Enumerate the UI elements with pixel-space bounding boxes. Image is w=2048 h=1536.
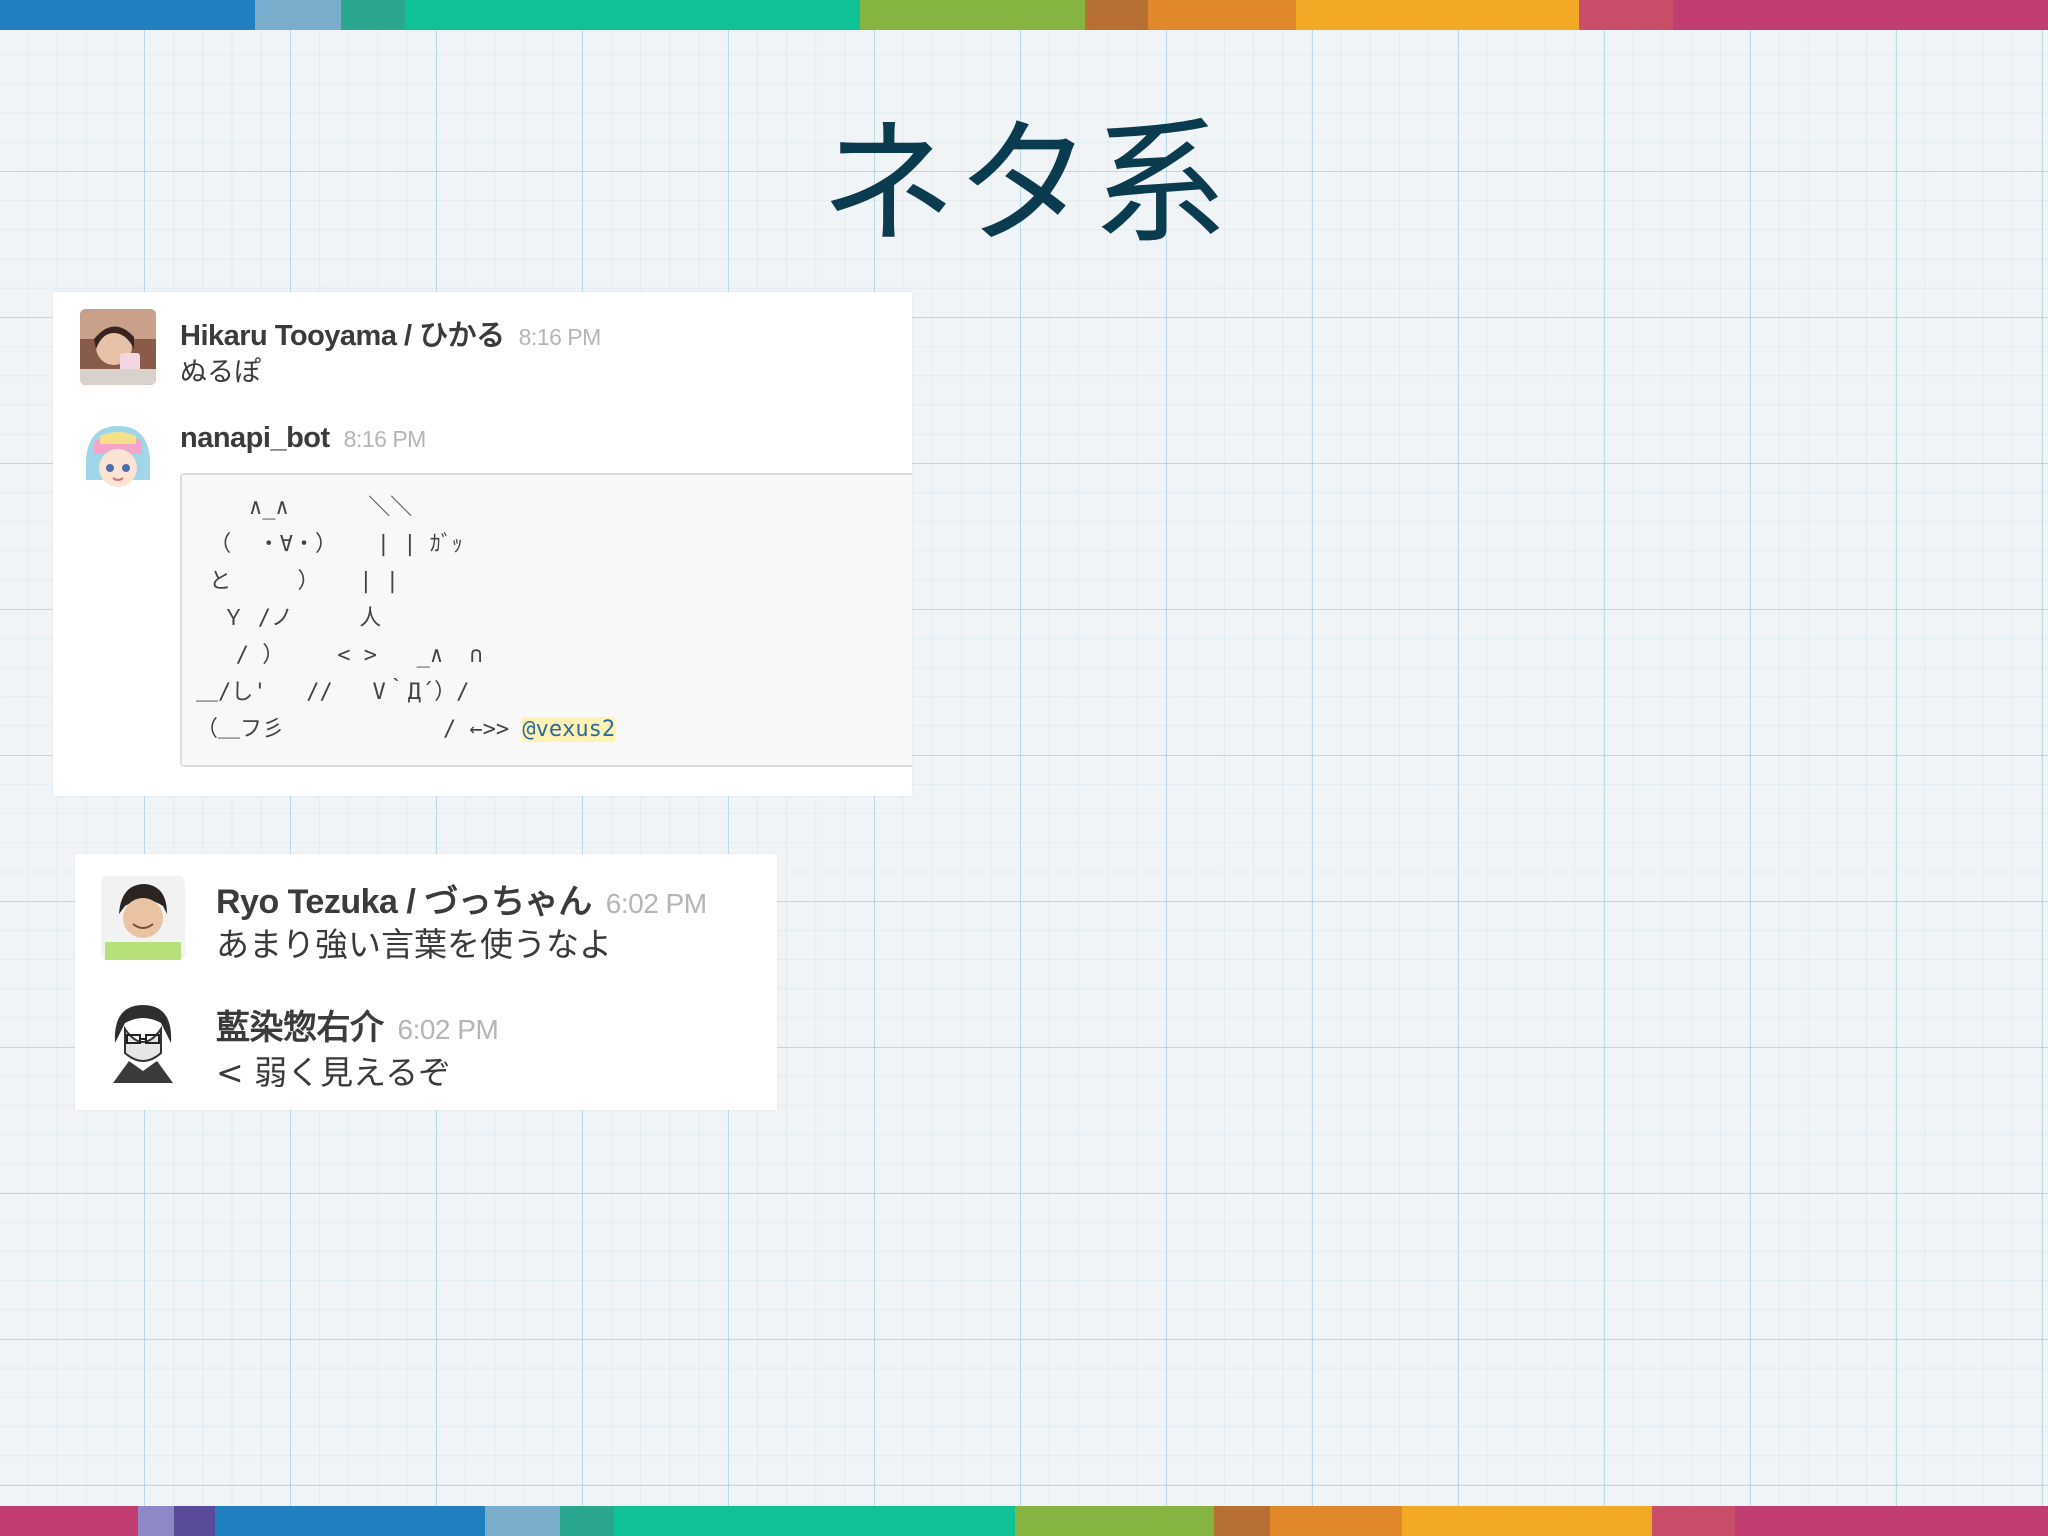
avatar-ryo-tezuka[interactable] <box>101 876 185 960</box>
message-time: 8:16 PM <box>343 426 427 452</box>
message-author[interactable]: Hikaru Tooyama / ひかる 8:16 PM <box>180 312 601 354</box>
author-name[interactable]: Hikaru Tooyama / ひかる <box>180 320 505 352</box>
author-name[interactable]: 藍染惣右介 <box>216 1009 384 1047</box>
avatar-aizen[interactable] <box>101 999 185 1083</box>
chat-screenshot-top: Hikaru Tooyama / ひかる 8:16 PM ぬるぽ nanapi_b… <box>53 292 912 796</box>
user-mention[interactable]: @vexus2 <box>522 717 616 742</box>
message-text: あまり強い言葉を使うなよ <box>216 925 612 964</box>
author-name[interactable]: nanapi_bot <box>180 422 330 454</box>
author-name[interactable]: Ryo Tezuka / づっちゃん <box>216 883 592 921</box>
top-color-stripe <box>0 0 2048 30</box>
avatar-nanapi-bot[interactable] <box>80 420 156 496</box>
bottom-color-stripe <box>0 1506 2048 1536</box>
chat-screenshot-bottom: Ryo Tezuka / づっちゃん 6:02 PM あまり強い言葉を使うなよ 藍… <box>75 854 777 1110</box>
message-author[interactable]: Ryo Tezuka / づっちゃん 6:02 PM <box>216 874 707 923</box>
ascii-art-text: ∧_∧ ＼＼ （ ・∀・） | | ｶﾞｯ と ） | | Ｙ /ノ 人 / ）… <box>196 495 510 742</box>
message-author[interactable]: 藍染惣右介 6:02 PM <box>216 1000 499 1049</box>
message-text: < 弱く見えるぞ <box>216 1053 452 1092</box>
avatar-hikaru[interactable] <box>80 309 156 385</box>
message-time: 6:02 PM <box>397 1014 499 1045</box>
message-time: 6:02 PM <box>605 888 707 919</box>
code-block: ∧_∧ ＼＼ （ ・∀・） | | ｶﾞｯ と ） | | Ｙ /ノ 人 / ）… <box>180 473 912 767</box>
message-text: ぬるぽ <box>180 357 261 388</box>
message-time: 8:16 PM <box>518 324 602 350</box>
slide-title: ネタ系 <box>820 106 1228 264</box>
message-author[interactable]: nanapi_bot 8:16 PM <box>180 422 426 455</box>
ascii-art: ∧_∧ ＼＼ （ ・∀・） | | ｶﾞｯ と ） | | Ｙ /ノ 人 / ）… <box>182 475 912 748</box>
